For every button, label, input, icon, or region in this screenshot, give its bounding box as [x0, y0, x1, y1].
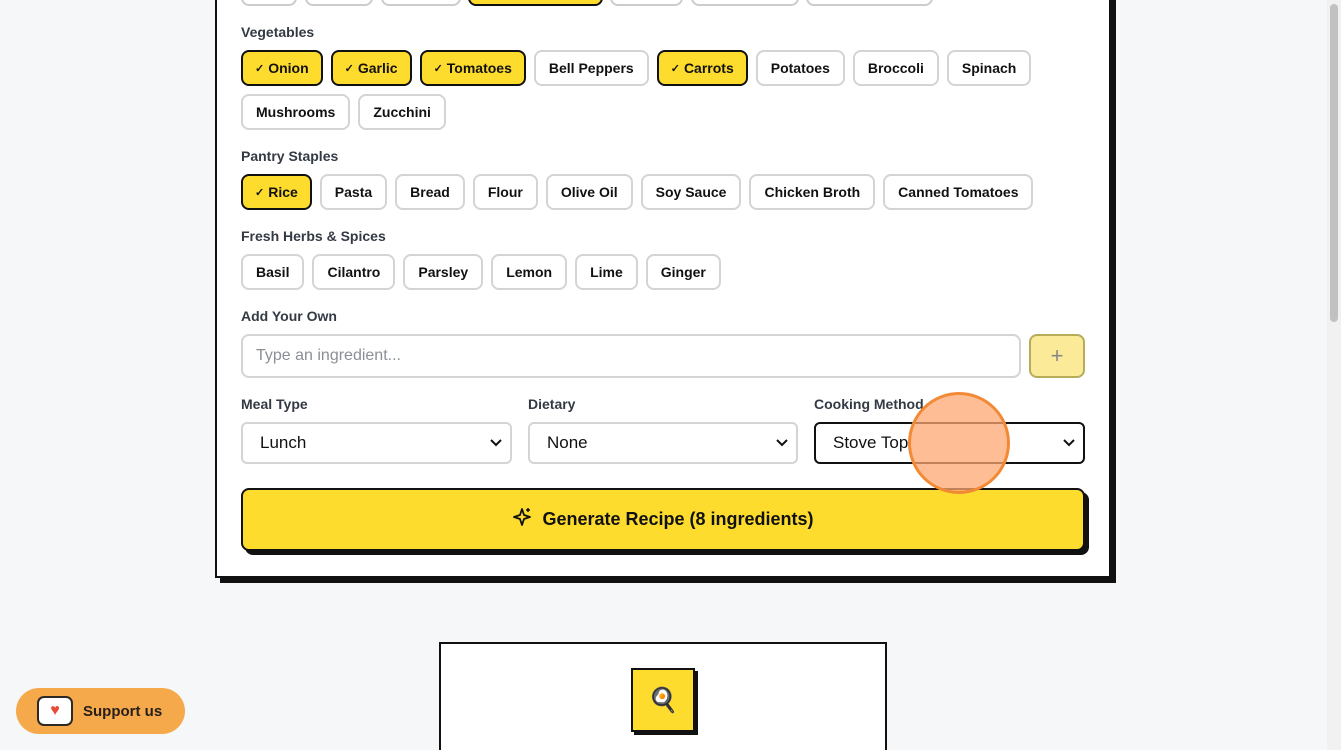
check-icon: ✓: [670, 62, 680, 75]
chip-label: Bread: [410, 184, 450, 200]
ingredient-chip-parsley[interactable]: Parsley: [403, 254, 484, 290]
pantry-label: Pantry Staples: [241, 148, 339, 164]
ingredient-chip-pasta[interactable]: Pasta: [319, 174, 388, 210]
chip-label: Carrots: [683, 60, 734, 76]
chip-label: Lemon: [506, 264, 553, 280]
vegetables-label: Vegetables: [241, 24, 315, 40]
generate-recipe-button[interactable]: Generate Recipe (8 ingredients): [241, 488, 1085, 551]
scrollbar-thumb[interactable]: [1330, 4, 1338, 322]
chip-label: Basil: [256, 264, 290, 280]
ingredient-chip-mushrooms[interactable]: Mushrooms: [241, 94, 351, 130]
ingredient-chip-potatoes[interactable]: Potatoes: [755, 50, 845, 86]
chip-label: Broccoli: [867, 60, 924, 76]
chip-label: Flour: [487, 184, 523, 200]
heart-cup-icon: ♥: [37, 696, 73, 726]
chip-label: Pasta: [334, 184, 373, 200]
meal-type-select[interactable]: Lunch: [241, 422, 512, 464]
ingredient-chip-garlic[interactable]: ✓ Garlic: [330, 50, 412, 86]
pantry-chips-row: ✓ Rice Pasta Bread Flour Olive Oil Soy Sauce Ch…: [241, 174, 1034, 210]
page-scrollbar[interactable]: [1327, 0, 1341, 750]
support-us-label: Support us: [83, 702, 163, 720]
chip-label: Onion: [268, 60, 309, 76]
chip-offscreen[interactable]: [241, 0, 297, 6]
ingredient-chip-rice[interactable]: ✓ Rice: [241, 174, 312, 210]
chip-label: Rice: [268, 184, 298, 200]
add-own-label: Add Your Own: [241, 308, 337, 324]
ingredient-chip-lime[interactable]: Lime: [575, 254, 638, 290]
ingredient-chip-tomatoes[interactable]: ✓ Tomatoes: [419, 50, 526, 86]
chip-offscreen[interactable]: [691, 0, 799, 6]
herbs-label: Fresh Herbs & Spices: [241, 228, 386, 244]
chip-label: Lime: [590, 264, 623, 280]
ingredient-chip-carrots[interactable]: ✓ Carrots: [656, 50, 748, 86]
chip-offscreen[interactable]: [610, 0, 683, 6]
check-icon: ✓: [344, 62, 354, 75]
chip-label: Soy Sauce: [655, 184, 727, 200]
plus-icon: +: [1050, 343, 1064, 368]
chip-label: Ginger: [660, 264, 706, 280]
ingredient-chip-olive-oil[interactable]: Olive Oil: [545, 174, 633, 210]
check-icon: ✓: [255, 62, 265, 75]
chip-label: Mushrooms: [256, 104, 336, 120]
ingredient-chip-bread[interactable]: Bread: [395, 174, 465, 210]
ingredient-chip-canned-tomatoes[interactable]: Canned Tomatoes: [883, 174, 1034, 210]
chip-label: Spinach: [961, 60, 1017, 76]
chip-offscreen[interactable]: [305, 0, 373, 6]
ingredient-chip-ginger[interactable]: Ginger: [645, 254, 721, 290]
herbs-chips-row: Basil Cilantro Parsley Lemon Lime Ginger: [241, 254, 721, 290]
pan-egg-icon: 🍳: [631, 668, 695, 732]
ingredient-input[interactable]: [241, 334, 1021, 378]
ingredient-chip-bell-peppers[interactable]: Bell Peppers: [533, 50, 649, 86]
dietary-select[interactable]: None: [528, 422, 798, 464]
ingredient-chip-basil[interactable]: Basil: [241, 254, 305, 290]
meal-type-value: Lunch: [260, 433, 307, 452]
chip-label: Potatoes: [770, 60, 830, 76]
ingredient-chip-spinach[interactable]: Spinach: [946, 50, 1032, 86]
support-us-button[interactable]: ♥ Support us: [16, 688, 185, 734]
dietary-value: None: [547, 433, 588, 452]
add-ingredient-button[interactable]: +: [1029, 334, 1085, 378]
sparkles-icon: [512, 507, 532, 532]
dietary-label: Dietary: [528, 396, 576, 412]
ingredient-chip-broccoli[interactable]: Broccoli: [852, 50, 939, 86]
chip-offscreen[interactable]: [381, 0, 461, 6]
chip-label: Cilantro: [327, 264, 381, 280]
ingredient-chip-onion[interactable]: ✓ Onion: [241, 50, 323, 86]
chip-offscreen-selected[interactable]: [468, 0, 603, 6]
vegetables-chips-row: Mushrooms Zucchini: [241, 94, 446, 130]
chip-label: Garlic: [357, 60, 398, 76]
vegetables-chips-row: ✓ Onion ✓ Garlic ✓ Tomatoes Bell Peppers ✓ Carro…: [241, 50, 1032, 86]
chip-offscreen[interactable]: [806, 0, 933, 6]
check-icon: ✓: [255, 186, 265, 199]
chip-label: Chicken Broth: [764, 184, 861, 200]
pan-egg-glyph: 🍳: [648, 686, 678, 714]
chevron-down-icon: [1063, 436, 1075, 450]
chevron-down-icon: [490, 436, 502, 450]
ingredient-chip-lemon[interactable]: Lemon: [491, 254, 568, 290]
chip-label: Olive Oil: [560, 184, 618, 200]
chip-label: Bell Peppers: [548, 60, 634, 76]
chip-label: Parsley: [418, 264, 469, 280]
ingredient-chip-zucchini[interactable]: Zucchini: [358, 94, 446, 130]
chevron-down-icon: [776, 436, 788, 450]
ingredient-chip-flour[interactable]: Flour: [472, 174, 538, 210]
chip-label: Canned Tomatoes: [898, 184, 1019, 200]
generate-recipe-label: Generate Recipe (8 ingredients): [542, 509, 814, 529]
cooking-method-value: Stove Top: [833, 433, 909, 452]
meal-type-label: Meal Type: [241, 396, 308, 412]
check-icon: ✓: [433, 62, 443, 75]
chip-label: Tomatoes: [446, 60, 512, 76]
chip-label: Zucchini: [373, 104, 431, 120]
cooking-method-label: Cooking Method: [814, 396, 924, 412]
click-indicator: [908, 392, 1010, 494]
ingredient-chip-soy-sauce[interactable]: Soy Sauce: [640, 174, 742, 210]
ingredient-chip-cilantro[interactable]: Cilantro: [312, 254, 396, 290]
ingredient-chip-chicken-broth[interactable]: Chicken Broth: [749, 174, 876, 210]
